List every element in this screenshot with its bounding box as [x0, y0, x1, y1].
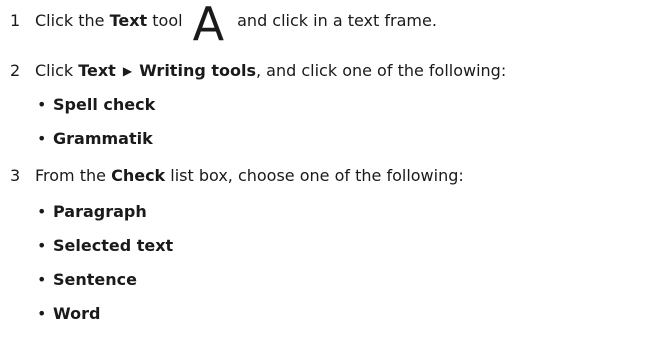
step-text-suffix: , and click one of the following: [256, 61, 507, 80]
bullet-item: • Word [37, 304, 100, 324]
step-number: 3 [10, 166, 21, 185]
bullet-icon: • [37, 129, 47, 148]
instruction-step-1: 1 Click the Text tool A and click in a tex… [10, 0, 437, 51]
option-label: Selected text [53, 236, 174, 255]
bullet-item: • Paragraph [37, 202, 147, 222]
step-text-middle: tool [147, 11, 183, 30]
text-tool-icon: A [192, 0, 225, 51]
bullet-icon: • [37, 202, 47, 221]
step-number: 2 [10, 61, 21, 80]
check-list-box-name: Check [111, 166, 166, 185]
option-label: Paragraph [53, 202, 147, 221]
step-text-prefix: Click [35, 61, 79, 80]
option-label: Spell check [53, 95, 156, 114]
bullet-icon: • [37, 304, 47, 323]
bullet-item: • Selected text [37, 236, 173, 256]
option-label: Sentence [53, 270, 137, 289]
option-label: Grammatik [53, 129, 153, 148]
menu-arrow-icon: ▶ [122, 64, 133, 78]
submenu-name-writing-tools: Writing tools [139, 61, 256, 80]
instruction-step-2: 2 Click Text ▶ Writing tools, and click one… [10, 61, 506, 81]
bullet-item: • Grammatik [37, 129, 153, 149]
option-label: Word [53, 304, 101, 323]
step-text-suffix: and click in a text frame. [232, 11, 437, 30]
bullet-icon: • [37, 95, 47, 114]
step-text-prefix: Click the [35, 11, 110, 30]
step-text-prefix: From the [35, 166, 112, 185]
bullet-item: • Spell check [37, 95, 155, 115]
step-number: 1 [10, 11, 21, 30]
menu-name-text: Text [78, 61, 116, 80]
bullet-item: • Sentence [37, 270, 137, 290]
step-text-suffix: list box, choose one of the following: [165, 166, 464, 185]
bullet-icon: • [37, 270, 47, 289]
bullet-icon: • [37, 236, 47, 255]
text-tool-name: Text [109, 11, 148, 30]
instruction-step-3: 3 From the Check list box, choose one of … [10, 166, 464, 186]
